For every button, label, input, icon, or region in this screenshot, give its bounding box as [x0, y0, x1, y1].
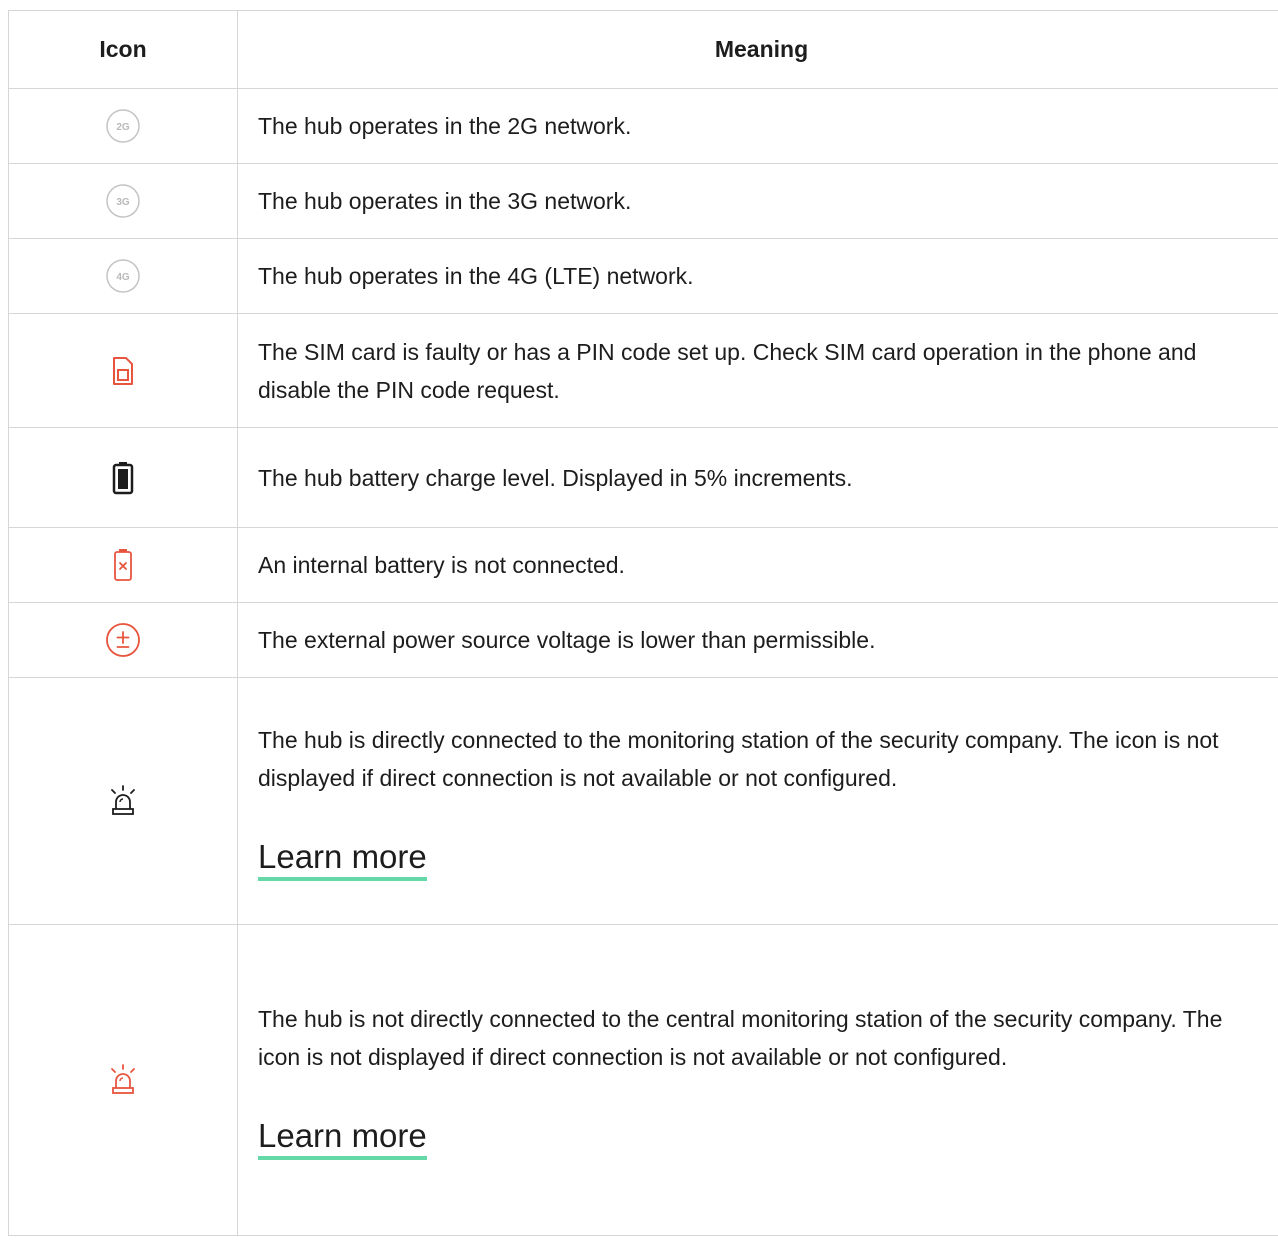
table-row: 4G The hub operates in the 4G (LTE) netw… [8, 238, 1278, 314]
battery-level-icon [112, 461, 134, 495]
siren-connected-icon [108, 784, 138, 818]
table-row: The external power source voltage is low… [8, 602, 1278, 678]
header-meaning: Meaning [237, 10, 1278, 89]
meaning-text: The hub battery charge level. Displayed … [237, 427, 1278, 528]
learn-more-link[interactable]: Learn more [258, 1116, 427, 1160]
network-4g-icon: 4G [105, 258, 141, 294]
meaning-text: The hub operates in the 3G network. [237, 163, 1278, 239]
battery-disconnected-icon [112, 548, 134, 582]
header-icon: Icon [8, 10, 238, 89]
meaning-text: The hub is not directly connected to the… [258, 1006, 1223, 1070]
table-row: The hub is directly connected to the mon… [8, 677, 1278, 925]
meaning-text: The hub operates in the 4G (LTE) network… [237, 238, 1278, 314]
table-row: The hub battery charge level. Displayed … [8, 427, 1278, 528]
table-row: 3G The hub operates in the 3G network. [8, 163, 1278, 239]
meaning-text: An internal battery is not connected. [237, 527, 1278, 603]
siren-disconnected-icon [108, 1063, 138, 1097]
power-voltage-low-icon [105, 622, 141, 658]
meaning-text: The hub is directly connected to the mon… [258, 727, 1219, 791]
table-row: The SIM card is faulty or has a PIN code… [8, 313, 1278, 428]
table-header-row: Icon Meaning [8, 10, 1278, 89]
learn-more-link[interactable]: Learn more [258, 837, 427, 881]
meaning-text: The SIM card is faulty or has a PIN code… [237, 313, 1278, 428]
meaning-text: The hub operates in the 2G network. [237, 88, 1278, 164]
sim-card-error-icon [111, 356, 135, 386]
table-row: The hub is not directly connected to the… [8, 924, 1278, 1236]
svg-text:4G: 4G [116, 272, 130, 283]
network-3g-icon: 3G [105, 183, 141, 219]
meaning-text: The external power source voltage is low… [237, 602, 1278, 678]
table-row: An internal battery is not connected. [8, 527, 1278, 603]
icon-legend-table: Icon Meaning 2G The hub operates in the … [8, 10, 1278, 1236]
svg-text:3G: 3G [116, 197, 130, 208]
table-row: 2G The hub operates in the 2G network. [8, 88, 1278, 164]
svg-text:2G: 2G [116, 122, 130, 133]
network-2g-icon: 2G [105, 108, 141, 144]
